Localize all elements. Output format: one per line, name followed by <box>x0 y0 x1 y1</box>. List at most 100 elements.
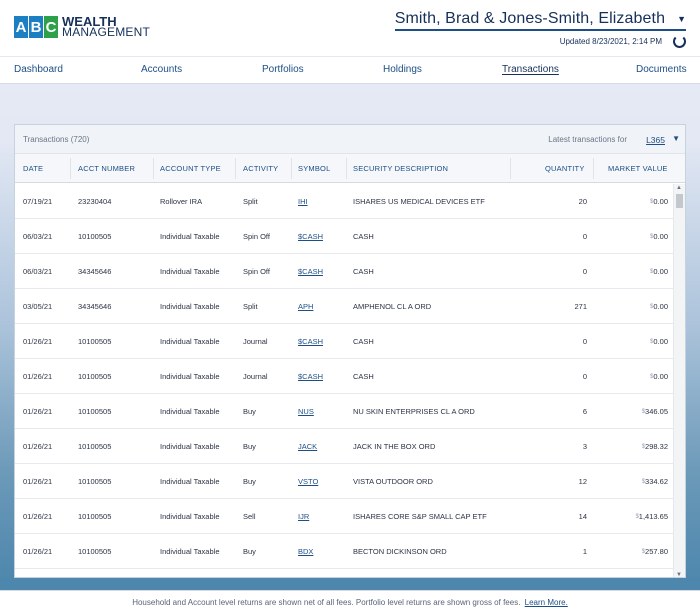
cell-date: 01/26/21 <box>23 337 53 346</box>
chevron-down-icon[interactable]: ▼ <box>672 134 680 143</box>
table-row[interactable]: 06/03/21 10100505 Individual Taxable Spin O… <box>15 219 675 254</box>
cell-quantity: 3 <box>582 442 587 451</box>
column-divider <box>153 158 154 179</box>
cell-activity: Sell <box>243 512 256 521</box>
table-row[interactable]: 07/19/21 23230404 Rollover IRA Split IHI ISHA… <box>15 184 675 219</box>
cell-account-type: Rollover IRA <box>160 197 203 206</box>
period-select[interactable]: L365 <box>646 135 665 145</box>
symbol-link[interactable]: $CASH <box>298 232 323 241</box>
cell-account-type: Individual Taxable <box>160 477 220 486</box>
cell-quantity: 271 <box>574 302 587 311</box>
cell-account-type: Individual Taxable <box>160 337 220 346</box>
cell-acct-number: 10100505 <box>78 512 112 521</box>
cell-market-value: $1,413.65 <box>635 512 668 521</box>
learn-more-link[interactable]: Learn More. <box>525 598 568 607</box>
scroll-down-icon[interactable]: ▼ <box>676 572 682 577</box>
logo-letter-c: C <box>44 16 58 38</box>
cell-date: 01/26/21 <box>23 372 53 381</box>
updated-timestamp: Updated 8/23/2021, 2:14 PM <box>559 37 662 46</box>
cell-market-value: $257.80 <box>642 547 668 556</box>
cell-quantity: 20 <box>578 197 587 206</box>
table-row[interactable]: 01/26/21 10100505 Individual Taxable Journa… <box>15 359 675 394</box>
symbol-link[interactable]: $CASH <box>298 267 323 276</box>
cell-acct-number: 10100505 <box>78 232 112 241</box>
cell-activity: Spin Off <box>243 232 270 241</box>
cell-account-type: Individual Taxable <box>160 407 220 416</box>
cell-activity: Journal <box>243 337 268 346</box>
scroll-up-icon[interactable]: ▲ <box>676 185 682 191</box>
cell-quantity: 0 <box>582 337 587 346</box>
col-acct-number[interactable]: ACCT NUMBER <box>78 164 135 173</box>
nav-portfolios[interactable]: Portfolios <box>262 64 304 75</box>
market-value-amount: 298.32 <box>645 442 668 451</box>
symbol-link[interactable]: JACK <box>298 442 317 451</box>
table-row[interactable]: 03/05/21 34345646 Individual Taxable Split A… <box>15 289 675 324</box>
logo-letter-a: A <box>14 16 28 38</box>
logo[interactable]: A B C WEALTH MANAGEMENT <box>14 15 151 39</box>
cell-acct-number: 10100505 <box>78 407 112 416</box>
cell-market-value: $334.62 <box>642 477 668 486</box>
cell-quantity: 0 <box>582 372 587 381</box>
col-activity[interactable]: ACTIVITY <box>243 164 278 173</box>
cell-account-type: Individual Taxable <box>160 442 220 451</box>
cell-market-value: $0.00 <box>650 267 668 276</box>
footer-text: Household and Account level returns are … <box>132 598 521 607</box>
market-value-amount: 346.05 <box>645 407 668 416</box>
table-row[interactable]: 01/26/21 10100505 Individual Taxable Buy BDX… <box>15 534 675 569</box>
nav-accounts[interactable]: Accounts <box>141 64 182 75</box>
nav-documents[interactable]: Documents <box>636 64 687 75</box>
cell-account-type: Individual Taxable <box>160 547 220 556</box>
client-selector[interactable]: Smith, Brad & Jones-Smith, Elizabeth ▼ <box>394 10 686 31</box>
refresh-icon[interactable] <box>673 35 686 48</box>
cell-date: 01/26/21 <box>23 547 53 556</box>
symbol-link[interactable]: IJR <box>298 512 309 521</box>
col-symbol[interactable]: SYMBOL <box>298 164 330 173</box>
cell-date: 01/26/21 <box>23 407 53 416</box>
symbol-link[interactable]: APH <box>298 302 313 311</box>
cell-acct-number: 34345646 <box>78 267 112 276</box>
table-body: 07/19/21 23230404 Rollover IRA Split IHI ISHA… <box>15 184 675 577</box>
symbol-link[interactable]: $CASH <box>298 337 323 346</box>
cell-security-description: ISHARES CORE S&P SMALL CAP ETF <box>353 512 487 521</box>
table-row[interactable]: 01/26/21 10100505 Individual Taxable Buy VST… <box>15 464 675 499</box>
col-date[interactable]: DATE <box>23 164 43 173</box>
table-row[interactable]: 01/26/21 10100505 Individual Taxable Sell IJ… <box>15 499 675 534</box>
main-nav: Dashboard Accounts Portfolios Holdings T… <box>0 56 700 84</box>
symbol-link[interactable]: IHI <box>298 197 308 206</box>
table-row[interactable]: 01/26/21 10100505 Individual Taxable Journa… <box>15 324 675 359</box>
cell-acct-number: 23230404 <box>78 197 112 206</box>
cell-date: 01/26/21 <box>23 512 53 521</box>
table-row[interactable]: 06/03/21 34345646 Individual Taxable Spin O… <box>15 254 675 289</box>
col-quantity[interactable]: QUANTITY <box>545 164 585 173</box>
cell-date: 07/19/21 <box>23 197 53 206</box>
col-account-type[interactable]: ACCOUNT TYPE <box>160 164 221 173</box>
symbol-link[interactable]: VSTO <box>298 477 318 486</box>
cell-activity: Buy <box>243 407 256 416</box>
symbol-link[interactable]: BDX <box>298 547 313 556</box>
symbol-link[interactable]: NUS <box>298 407 314 416</box>
column-divider <box>235 158 236 179</box>
symbol-link[interactable]: $CASH <box>298 372 323 381</box>
cell-security-description: BECTON DICKINSON ORD <box>353 547 447 556</box>
nav-dashboard[interactable]: Dashboard <box>14 64 63 75</box>
footer-disclaimer: Household and Account level returns are … <box>0 590 700 614</box>
table-header: DATE ACCT NUMBER ACCOUNT TYPE ACTIVITY S… <box>15 154 685 183</box>
market-value-amount: 1,413.65 <box>638 512 668 521</box>
table-row[interactable]: 01/26/21 10100505 Individual Taxable Buy NUS… <box>15 394 675 429</box>
table-row[interactable]: 01/26/21 10100505 Individual Taxable Buy JAC… <box>15 429 675 464</box>
market-value-amount: 0.00 <box>653 232 668 241</box>
logo-letter-b: B <box>29 16 43 38</box>
cell-account-type: Individual Taxable <box>160 267 220 276</box>
logo-line2: MANAGEMENT <box>62 25 151 39</box>
cell-quantity: 1 <box>582 547 587 556</box>
cell-account-type: Individual Taxable <box>160 512 220 521</box>
cell-activity: Journal <box>243 372 268 381</box>
nav-transactions[interactable]: Transactions <box>502 64 559 75</box>
col-market-value[interactable]: MARKET VALUE <box>608 164 668 173</box>
col-security-description[interactable]: SECURITY DESCRIPTION <box>353 164 448 173</box>
column-divider <box>70 158 71 179</box>
cell-security-description: CASH <box>353 372 374 381</box>
vertical-scrollbar[interactable]: ▲ ▼ <box>673 184 685 577</box>
scroll-thumb[interactable] <box>676 194 683 208</box>
nav-holdings[interactable]: Holdings <box>383 64 422 75</box>
